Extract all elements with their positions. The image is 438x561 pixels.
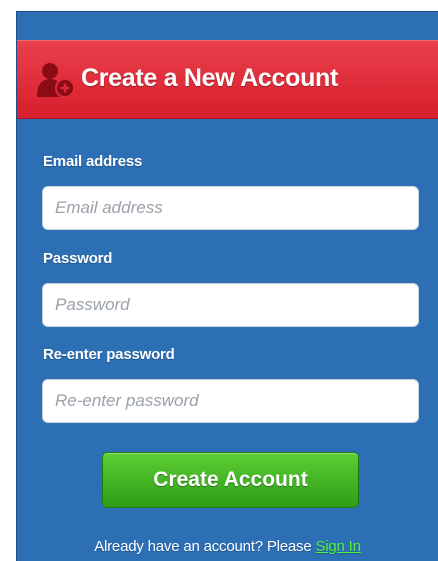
sign-in-link[interactable]: Sign In: [315, 538, 361, 555]
password-label: Password: [43, 250, 113, 267]
page-title: Create a New Account: [81, 64, 339, 92]
form-header: Create a New Account: [17, 40, 438, 119]
email-label: Email address: [43, 153, 143, 170]
confirm-password-field[interactable]: [42, 379, 419, 423]
signin-prompt: Already have an account? Please Sign In: [17, 538, 438, 555]
email-field[interactable]: [42, 186, 419, 230]
signup-panel: Create a New Account Email address Passw…: [16, 11, 438, 561]
create-account-button[interactable]: Create Account: [102, 452, 359, 508]
password-field[interactable]: [42, 283, 419, 327]
add-user-icon: [37, 63, 75, 98]
signin-prompt-text: Already have an account? Please: [94, 538, 316, 555]
confirm-password-label: Re-enter password: [43, 346, 175, 363]
